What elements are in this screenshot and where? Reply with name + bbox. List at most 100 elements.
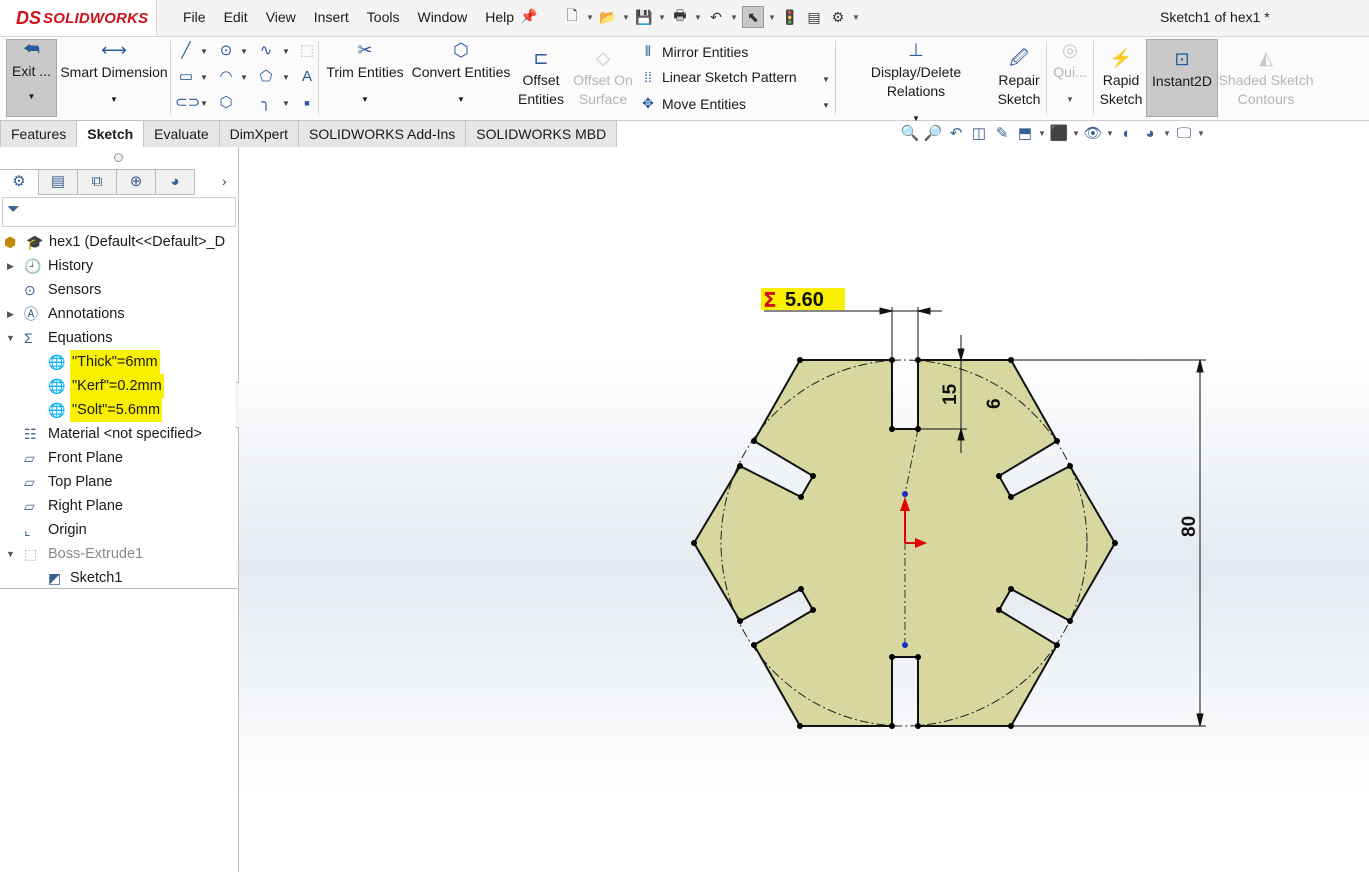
display-manager-tab-icon[interactable]: ◕ — [155, 169, 195, 195]
previous-view-icon[interactable]: ↶ — [946, 124, 966, 142]
undo-icon[interactable]: ↶ — [706, 7, 726, 27]
quick-snaps-dropdown[interactable]: ▼ — [1050, 90, 1090, 109]
select-dropdown[interactable]: ▼ — [768, 13, 776, 22]
exit-sketch-dropdown[interactable]: ▼ — [7, 87, 56, 106]
tree-item-front-plane[interactable]: ▱ Front Plane — [0, 446, 237, 470]
spline-dropdown[interactable]: ▼ — [282, 47, 290, 56]
tree-item-equations[interactable]: ▼ Σ Equations — [0, 326, 237, 350]
linear-pattern-button[interactable]: ⁞⁞ Linear Sketch Pattern — [640, 69, 797, 85]
exit-sketch-button[interactable]: ⮪ Exit ... ▼ — [6, 39, 57, 117]
line-icon[interactable]: ╱ — [175, 41, 197, 61]
mirror-entities-button[interactable]: ⫴ Mirror Entities — [640, 43, 748, 60]
point-icon[interactable]: ■ — [296, 93, 318, 113]
zoom-to-fit-icon[interactable]: 🔍 — [900, 124, 920, 142]
convert-entities-button[interactable]: ⬡ Convert Entities ▼ — [409, 41, 513, 109]
menu-tools[interactable]: Tools — [358, 9, 409, 25]
slot-width-value[interactable]: 5.60 — [785, 289, 824, 311]
tree-item-right-plane[interactable]: ▱ Right Plane — [0, 494, 237, 518]
smart-dimension-dropdown[interactable]: ▼ — [60, 90, 168, 109]
menu-insert[interactable]: Insert — [305, 9, 358, 25]
convert-dropdown[interactable]: ▼ — [409, 90, 513, 109]
tree-item-annotations[interactable]: ▶ Ⓐ Annotations — [0, 302, 237, 326]
menu-edit[interactable]: Edit — [215, 9, 257, 25]
pin-icon[interactable]: 📌 — [520, 8, 537, 25]
move-dropdown[interactable]: ▼ — [822, 101, 830, 110]
tab-features[interactable]: Features — [0, 120, 78, 148]
tree-item-equation[interactable]: 🌐 "Solt"=5.6mm — [0, 398, 237, 422]
centerline-endpoint[interactable] — [902, 491, 908, 497]
expand-arrow-icon[interactable]: ▶ — [7, 254, 14, 278]
grid-toggle-icon[interactable]: ⬚ — [296, 41, 318, 61]
height-value[interactable]: 80 — [1179, 516, 1200, 537]
open-folder-icon[interactable]: 📂 — [598, 7, 618, 27]
open-dropdown[interactable]: ▼ — [622, 13, 630, 22]
scene-dropdown[interactable]: ▼ — [1163, 129, 1171, 138]
tree-item-top-plane[interactable]: ▱ Top Plane — [0, 470, 237, 494]
file-properties-icon[interactable]: ▤ — [804, 7, 824, 27]
slot-gap-value[interactable]: 6 — [984, 398, 1005, 409]
print-dropdown[interactable]: ▼ — [694, 13, 702, 22]
save-icon[interactable]: 💾 — [634, 7, 654, 27]
tree-item-history[interactable]: ▶ 🕘 History — [0, 254, 237, 278]
trim-dropdown[interactable]: ▼ — [324, 90, 406, 109]
slot-dropdown[interactable]: ▼ — [200, 99, 208, 108]
menu-file[interactable]: File — [174, 9, 215, 25]
print-icon[interactable]: 🖶 — [670, 7, 690, 27]
tree-item-sketch[interactable]: ◩ Sketch1 — [0, 566, 237, 590]
slot-depth-value[interactable]: 15 — [940, 383, 961, 405]
fillet-icon[interactable]: ╮ — [255, 93, 277, 113]
options-gear-icon[interactable]: ⚙ — [828, 7, 848, 27]
fillet-dropdown[interactable]: ▼ — [282, 99, 290, 108]
solidworks-logo[interactable]: DS SOLIDWORKS — [0, 0, 157, 36]
polygon-icon[interactable]: ⬠ — [255, 67, 277, 87]
rectangle-dropdown[interactable]: ▼ — [200, 73, 208, 82]
sketch-canvas[interactable]: Σ 5.60 15 6 80 — [239, 147, 1369, 872]
tab-evaluate[interactable]: Evaluate — [144, 120, 220, 148]
spline-icon[interactable]: ∿ — [255, 41, 277, 61]
smart-dimension-button[interactable]: ⟷ Smart Dimension ▼ — [60, 41, 168, 109]
chevron-right-icon[interactable]: › — [222, 173, 227, 189]
hide-show-items-icon[interactable]: 👁 — [1083, 124, 1103, 142]
edit-appearance-icon[interactable]: ◐ — [1117, 125, 1137, 142]
collapse-arrow-icon[interactable]: ▼ — [6, 542, 15, 566]
tree-item-part[interactable]: ⬢ 🎓 hex1 (Default<<Default>_D — [0, 230, 237, 254]
arc-dropdown[interactable]: ▼ — [240, 73, 248, 82]
save-dropdown[interactable]: ▼ — [658, 13, 666, 22]
rapid-sketch-button[interactable]: ⚡ Rapid Sketch — [1098, 49, 1144, 109]
display-delete-relations-button[interactable]: ⊥ Display/Delete Relations ▼ — [840, 41, 992, 128]
apply-scene-icon[interactable]: ◕ — [1140, 125, 1160, 142]
view-settings-dropdown[interactable]: ▼ — [1197, 129, 1205, 138]
tree-item-equation[interactable]: 🌐 "Thick"=6mm — [0, 350, 237, 374]
rebuild-traffic-light-icon[interactable]: 🚦 — [780, 7, 800, 27]
feature-tree-tab-icon[interactable]: ⚙ — [0, 169, 39, 195]
circle-icon[interactable]: ⊙ — [215, 41, 237, 61]
property-manager-tab-icon[interactable]: ▤ — [38, 169, 78, 195]
move-entities-button[interactable]: ✥ Move Entities — [640, 95, 746, 112]
hide-show-dropdown[interactable]: ▼ — [1106, 129, 1114, 138]
slot-icon[interactable]: ⊂⊃ — [175, 93, 200, 113]
tree-filter-field[interactable]: ⏷ — [2, 197, 236, 227]
text-icon[interactable]: A — [296, 67, 318, 87]
options-dropdown[interactable]: ▼ — [852, 13, 860, 22]
tab-dimxpert[interactable]: DimXpert — [219, 120, 300, 148]
display-style-icon[interactable]: ⬛ — [1049, 124, 1069, 142]
collapse-arrow-icon[interactable]: ▼ — [6, 326, 15, 350]
tree-item-material[interactable]: ☷ Material <not specified> — [0, 422, 237, 446]
tree-item-boss-extrude[interactable]: ▼ ⬚ Boss-Extrude1 — [0, 542, 237, 566]
trim-entities-button[interactable]: ✂ Trim Entities ▼ — [324, 41, 406, 109]
undo-dropdown[interactable]: ▼ — [730, 13, 738, 22]
tab-sketch[interactable]: Sketch — [77, 120, 145, 148]
instant2d-button[interactable]: ⊡ Instant2D — [1146, 39, 1218, 117]
hexagon-icon[interactable]: ⬡ — [215, 93, 237, 113]
select-pointer-icon[interactable]: ⬉ — [742, 6, 764, 28]
view-orientation-dropdown[interactable]: ▼ — [1038, 129, 1046, 138]
section-view-icon[interactable]: ◫ — [969, 124, 989, 142]
configuration-manager-tab-icon[interactable]: ⧉ — [77, 169, 117, 195]
offset-on-surface-button[interactable]: ◇ Offset On Surface — [570, 49, 636, 109]
circle-dropdown[interactable]: ▼ — [240, 47, 248, 56]
menu-view[interactable]: View — [257, 9, 305, 25]
view-orientation-icon[interactable]: ⬒ — [1015, 124, 1035, 142]
rectangle-icon[interactable]: ▭ — [175, 67, 197, 87]
new-document-icon[interactable]: 🗋 — [562, 7, 582, 27]
polygon-dropdown[interactable]: ▼ — [282, 73, 290, 82]
